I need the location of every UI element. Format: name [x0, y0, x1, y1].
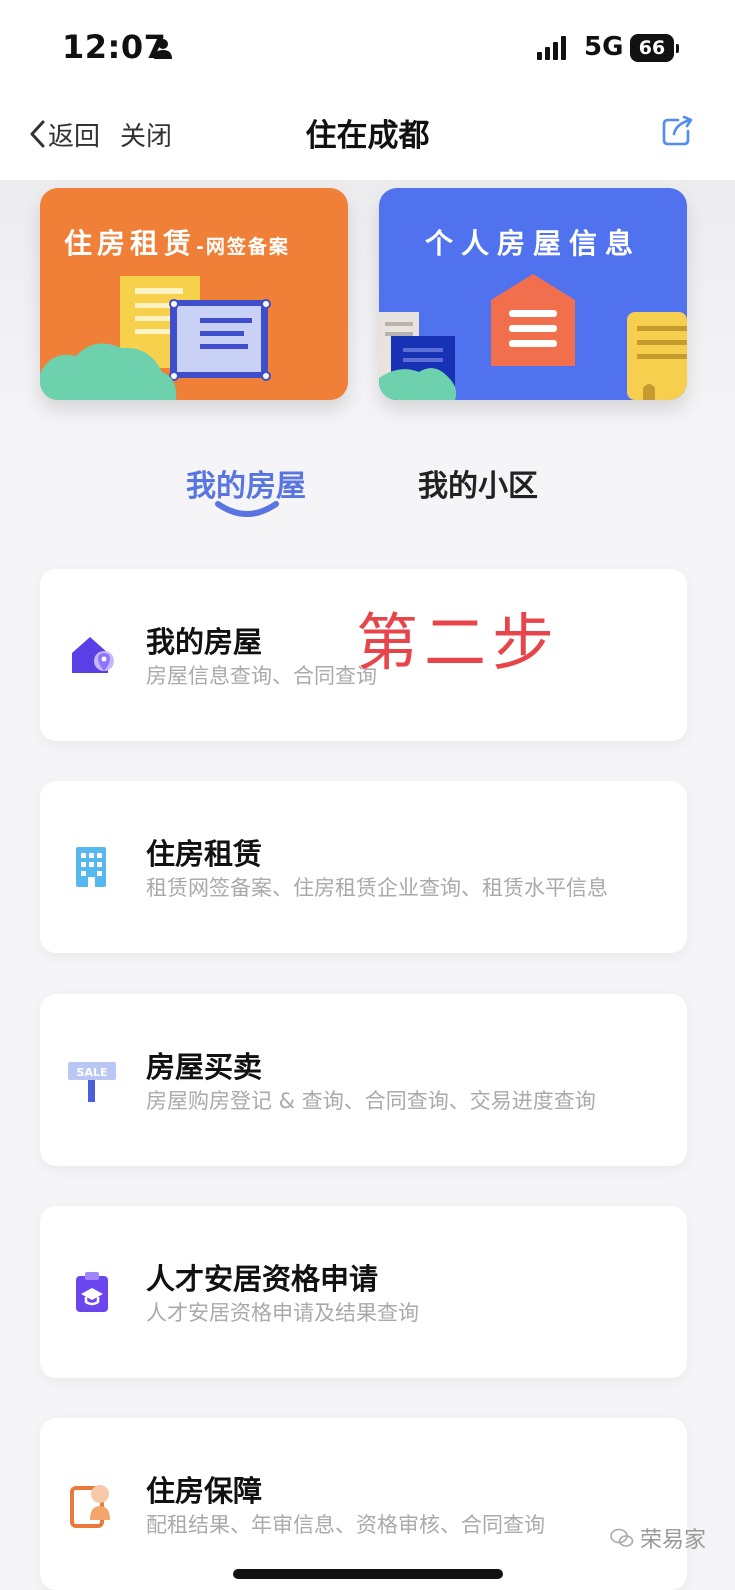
card-title: 房屋买卖	[146, 1050, 263, 1084]
signal-icon	[537, 36, 566, 60]
share-icon[interactable]	[660, 114, 694, 148]
housing-info-illustration	[379, 274, 687, 400]
rental-illustration	[40, 276, 271, 400]
watermark-text: 荣易家	[640, 1528, 707, 1553]
banner-personal-housing-info[interactable]: 个人房屋信息	[379, 188, 687, 400]
banner-rent-title-main: 住房租赁	[64, 227, 197, 260]
tab-active-indicator	[215, 501, 279, 517]
banner-area: 住房租赁-网签备案 个人房屋信息	[0, 180, 735, 445]
card-description: 租赁网签备案、住房租赁企业查询、租赁水平信息	[146, 876, 608, 900]
building-icon	[76, 847, 106, 887]
wechat-icon	[610, 1528, 634, 1547]
tab-my-house[interactable]: 我的房屋	[186, 461, 306, 505]
graduation-clipboard-icon	[76, 1272, 108, 1312]
sale-sign-text: SALE	[77, 1066, 108, 1079]
sale-sign-icon: SALE	[68, 1062, 116, 1102]
status-bar: 12:07 5G 66	[0, 0, 735, 100]
card-house-trading[interactable]: SALE 房屋买卖 房屋购房登记 & 查询、合同查询、交易进度查询	[40, 994, 687, 1166]
card-housing-security[interactable]: 住房保障 配租结果、年审信息、资格审核、合同查询	[40, 1418, 687, 1590]
status-time: 12:07	[62, 28, 167, 66]
tab-bar: 我的房屋 我的小区	[0, 445, 735, 535]
home-indicator[interactable]	[233, 1569, 503, 1579]
card-housing-rental[interactable]: 住房租赁 租赁网签备案、住房租赁企业查询、租赁水平信息	[40, 781, 687, 953]
nav-bar: 返回 关闭 住在成都	[0, 100, 735, 180]
page-title: 住在成都	[305, 118, 430, 154]
battery-level: 66	[630, 34, 674, 62]
banner-housing-rental[interactable]: 住房租赁-网签备案	[40, 188, 348, 400]
card-title: 我的房屋	[146, 625, 263, 659]
house-location-icon	[72, 637, 114, 673]
card-title: 住房保障	[146, 1474, 263, 1508]
card-talent-housing[interactable]: 人才安居资格申请 人才安居资格申请及结果查询	[40, 1206, 687, 1378]
card-description: 配租结果、年审信息、资格审核、合同查询	[146, 1513, 545, 1537]
network-type: 5G	[584, 32, 624, 62]
tab-my-community[interactable]: 我的小区	[418, 461, 538, 505]
banner-rent-subtitle: -网签备案	[196, 236, 290, 258]
card-description: 人才安居资格申请及结果查询	[146, 1301, 419, 1325]
banner-info-title: 个人房屋信息	[424, 227, 641, 260]
battery-tip	[676, 44, 679, 53]
watermark: 荣易家	[610, 1522, 706, 1554]
banner-rent-title: 住房租赁-网签备案	[64, 222, 348, 262]
person-icon	[154, 39, 172, 59]
card-title: 住房租赁	[146, 837, 263, 871]
annotation-step-two: 第二步	[356, 606, 561, 679]
card-description: 房屋购房登记 & 查询、合同查询、交易进度查询	[146, 1089, 596, 1113]
card-title: 人才安居资格申请	[146, 1262, 379, 1296]
housing-security-icon	[70, 1485, 110, 1528]
